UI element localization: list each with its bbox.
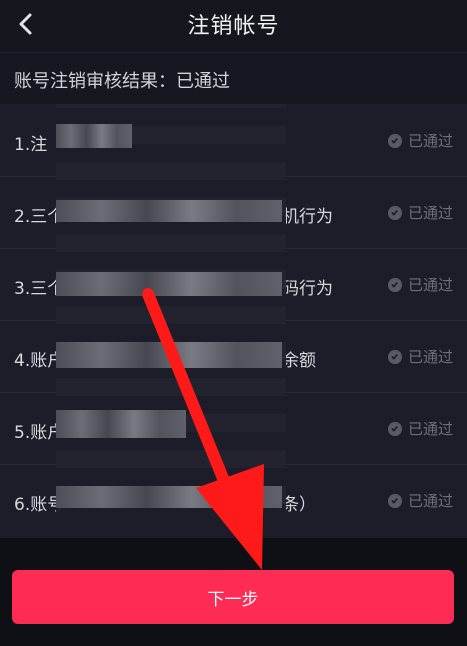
check-icon: [387, 349, 402, 364]
next-step-button[interactable]: 下一步: [12, 570, 454, 624]
status-text: 已通过: [407, 132, 453, 150]
check-icon: [387, 493, 402, 508]
status-text: 已通过: [407, 492, 453, 510]
redaction-block: [56, 272, 282, 296]
redaction-block: [56, 410, 186, 438]
status-badge: 已通过: [387, 490, 453, 511]
condition-suffix: 条）: [282, 495, 316, 515]
review-result-bar: 账号注销审核结果：已通过: [0, 52, 467, 106]
redaction-block: [56, 200, 282, 222]
status-text: 已通过: [407, 276, 453, 294]
condition-suffix: 码行为: [282, 279, 333, 299]
check-icon: [387, 277, 402, 292]
status-badge: 已通过: [387, 130, 453, 151]
condition-label: 1.注: [14, 135, 48, 155]
status-badge: 已通过: [387, 274, 453, 295]
header: 注销帐号: [0, 0, 467, 52]
redaction-block: [56, 124, 132, 148]
page-title: 注销帐号: [187, 14, 280, 39]
check-icon: [387, 205, 402, 220]
status-text: 已通过: [407, 348, 453, 366]
status-badge: 已通过: [387, 346, 453, 367]
check-icon: [387, 133, 402, 148]
condition-suffix: 余额: [282, 351, 316, 371]
status-badge: 已通过: [387, 202, 453, 223]
check-icon: [387, 421, 402, 436]
review-result-text: 账号注销审核结果：已通过: [14, 71, 230, 92]
status-text: 已通过: [407, 420, 453, 438]
redaction-overlay: [56, 104, 286, 522]
condition-suffix: 机行为: [282, 207, 333, 227]
redaction-block: [56, 342, 282, 368]
redaction-block: [56, 486, 282, 508]
status-text: 已通过: [407, 204, 453, 222]
status-badge: 已通过: [387, 418, 453, 439]
